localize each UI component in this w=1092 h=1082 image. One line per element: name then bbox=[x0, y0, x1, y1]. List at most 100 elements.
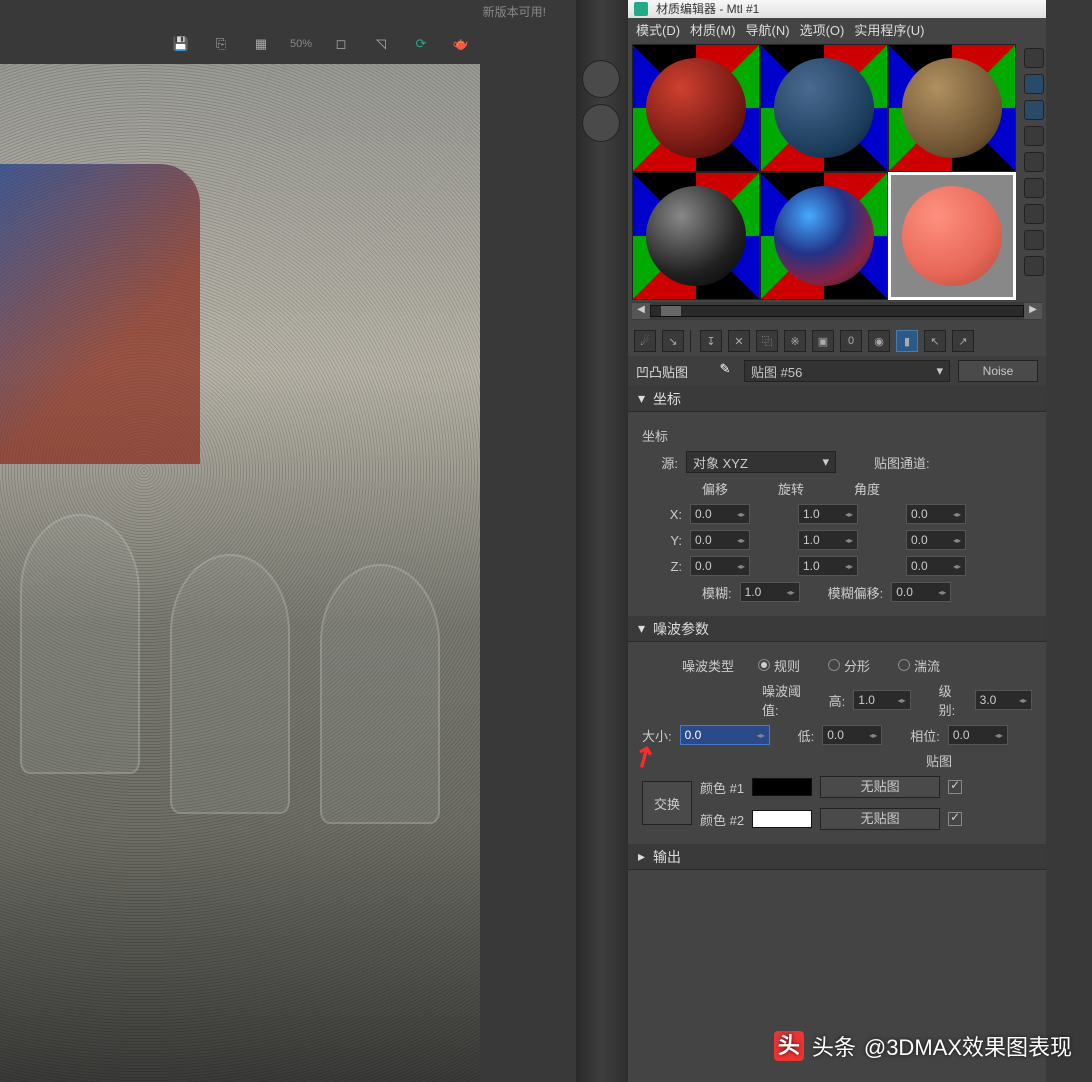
render-toolbar: 💾 ⎘ ▦ 50% ◻ ◹ ⟳ 🫖 bbox=[0, 24, 576, 64]
watermark-handle: @3DMAX效果图表现 bbox=[864, 1030, 1072, 1062]
scroll-left-icon[interactable]: ◀ bbox=[632, 303, 650, 319]
material-map-icon[interactable] bbox=[1024, 256, 1044, 276]
background-icon[interactable] bbox=[1024, 100, 1044, 120]
noise-rollup: ▾ 噪波参数 噪波类型 规则 分形 湍流 噪波阈值: 高: 1.0◂▸ 级别: … bbox=[628, 616, 1046, 844]
output-rollup: ▸ 输出 bbox=[628, 844, 1046, 870]
refresh-icon[interactable]: ⟳ bbox=[410, 33, 432, 55]
phase-label: 相位: bbox=[910, 726, 940, 745]
levels-spinner[interactable]: 3.0◂▸ bbox=[975, 690, 1032, 710]
color2-map-button[interactable]: 无贴图 bbox=[820, 808, 940, 830]
get-material-icon[interactable]: ☄ bbox=[634, 330, 656, 352]
options-icon[interactable] bbox=[1024, 204, 1044, 224]
size-spinner[interactable]: 0.0◂▸ bbox=[680, 725, 770, 745]
put-library-icon[interactable]: ▣ bbox=[812, 330, 834, 352]
rollup-header[interactable]: ▸ 输出 bbox=[628, 844, 1046, 870]
make-copy-icon[interactable]: ⿻ bbox=[756, 330, 778, 352]
show-end-result-icon[interactable]: ▮ bbox=[896, 330, 918, 352]
z-offset-spinner[interactable]: 0.0◂▸ bbox=[690, 556, 750, 576]
rollup-header[interactable]: ▾ 坐标 bbox=[628, 386, 1046, 412]
go-parent-icon[interactable]: ↖ bbox=[924, 330, 946, 352]
blur-spinner[interactable]: 1.0◂▸ bbox=[740, 582, 800, 602]
assign-icon[interactable]: ↧ bbox=[700, 330, 722, 352]
show-map-icon[interactable]: ◉ bbox=[868, 330, 890, 352]
menu-navigate[interactable]: 导航(N) bbox=[746, 20, 790, 39]
threshold-label: 噪波阈值: bbox=[762, 681, 815, 719]
select-icon[interactable] bbox=[1024, 230, 1044, 250]
scroll-right-icon[interactable]: ▶ bbox=[1024, 303, 1042, 319]
low-spinner[interactable]: 0.0◂▸ bbox=[822, 725, 882, 745]
zoom-label: 50% bbox=[290, 33, 312, 55]
noise-type-label: 噪波类型 bbox=[682, 656, 734, 675]
sample-slot[interactable] bbox=[888, 44, 1016, 172]
sample-scrollbar[interactable]: ◀ ▶ bbox=[632, 302, 1042, 320]
video-check-icon[interactable] bbox=[1024, 152, 1044, 172]
radio-regular[interactable] bbox=[758, 659, 770, 671]
menu-mode[interactable]: 模式(D) bbox=[636, 20, 680, 39]
backlight-icon[interactable] bbox=[1024, 74, 1044, 94]
y-offset-spinner[interactable]: 0.0◂▸ bbox=[690, 530, 750, 550]
teapot-icon[interactable]: 🫖 bbox=[450, 33, 472, 55]
map-name-row: 凹凸贴图 ✎ 贴图 #56 ▾ Noise bbox=[628, 356, 1046, 386]
map-name-value: 贴图 #56 bbox=[751, 362, 802, 381]
low-label: 低: bbox=[798, 726, 815, 745]
viewport-nav-icon[interactable] bbox=[582, 104, 620, 142]
go-forward-icon[interactable]: ↗ bbox=[952, 330, 974, 352]
sample-type-icon[interactable] bbox=[1024, 48, 1044, 68]
sample-slot-selected[interactable] bbox=[888, 172, 1016, 300]
window-icon[interactable]: ◻ bbox=[330, 33, 352, 55]
make-unique-icon[interactable]: ※ bbox=[784, 330, 806, 352]
source-dropdown[interactable]: 对象 XYZ▾ bbox=[686, 451, 836, 473]
x-angle-spinner[interactable]: 0.0◂▸ bbox=[906, 504, 966, 524]
material-id-icon[interactable]: 0 bbox=[840, 330, 862, 352]
swap-button[interactable]: 交换 bbox=[642, 781, 692, 825]
sample-slot[interactable] bbox=[632, 172, 760, 300]
sample-sidebar bbox=[1022, 44, 1046, 300]
z-angle-spinner[interactable]: 0.0◂▸ bbox=[906, 556, 966, 576]
region-icon[interactable]: ▦ bbox=[250, 33, 272, 55]
save-icon[interactable]: 💾 bbox=[170, 33, 192, 55]
viewport-nav-icon[interactable] bbox=[582, 60, 620, 98]
watermark-brand: 头条 bbox=[812, 1030, 856, 1062]
radio-fractal[interactable] bbox=[828, 659, 840, 671]
rollup-header[interactable]: ▾ 噪波参数 bbox=[628, 616, 1046, 642]
menu-options[interactable]: 选项(O) bbox=[800, 20, 845, 39]
radio-turbulence[interactable] bbox=[898, 659, 910, 671]
z-tiling-spinner[interactable]: 1.0◂▸ bbox=[798, 556, 858, 576]
y-label: Y: bbox=[642, 533, 682, 548]
window-titlebar[interactable]: 材质编辑器 - Mtl #1 bbox=[628, 0, 1046, 18]
x-tiling-spinner[interactable]: 1.0◂▸ bbox=[798, 504, 858, 524]
color2-swatch[interactable] bbox=[752, 810, 812, 828]
color1-swatch[interactable] bbox=[752, 778, 812, 796]
version-notice: 新版本可用! bbox=[0, 0, 576, 24]
x-offset-spinner[interactable]: 0.0◂▸ bbox=[690, 504, 750, 524]
copy-icon[interactable]: ⎘ bbox=[210, 33, 232, 55]
map-type-button[interactable]: Noise bbox=[958, 360, 1038, 382]
coordinates-rollup: ▾ 坐标 坐标 源: 对象 XYZ▾ 贴图通道: 偏移 旋转 角度 X: 0.0… bbox=[628, 386, 1046, 616]
blur-offset-spinner[interactable]: 0.0◂▸ bbox=[891, 582, 951, 602]
color2-map-checkbox[interactable] bbox=[948, 812, 962, 826]
map-channel-label: 凹凸贴图 bbox=[636, 362, 706, 381]
menu-utilities[interactable]: 实用程序(U) bbox=[854, 20, 924, 39]
sample-slot[interactable] bbox=[760, 44, 888, 172]
picker-icon[interactable]: ✎ bbox=[714, 361, 736, 381]
sample-slot[interactable] bbox=[760, 172, 888, 300]
menu-material[interactable]: 材质(M) bbox=[690, 20, 736, 39]
high-spinner[interactable]: 1.0◂▸ bbox=[853, 690, 910, 710]
color1-map-button[interactable]: 无贴图 bbox=[820, 776, 940, 798]
coords-subtitle: 坐标 bbox=[642, 426, 668, 445]
chevron-down-icon: ▾ bbox=[936, 363, 943, 379]
z-label: Z: bbox=[642, 559, 682, 574]
sample-slot[interactable] bbox=[632, 44, 760, 172]
color2-label: 颜色 #2 bbox=[700, 810, 744, 829]
y-angle-spinner[interactable]: 0.0◂▸ bbox=[906, 530, 966, 550]
put-material-icon[interactable]: ↘ bbox=[662, 330, 684, 352]
phase-spinner[interactable]: 0.0◂▸ bbox=[948, 725, 1008, 745]
reset-icon[interactable]: ✕ bbox=[728, 330, 750, 352]
y-tiling-spinner[interactable]: 1.0◂▸ bbox=[798, 530, 858, 550]
col-offset: 偏移 bbox=[702, 479, 728, 498]
pointer-icon[interactable]: ◹ bbox=[370, 33, 392, 55]
sample-uv-icon[interactable] bbox=[1024, 126, 1044, 146]
map-name-dropdown[interactable]: 贴图 #56 ▾ bbox=[744, 360, 950, 382]
preview-icon[interactable] bbox=[1024, 178, 1044, 198]
color1-map-checkbox[interactable] bbox=[948, 780, 962, 794]
